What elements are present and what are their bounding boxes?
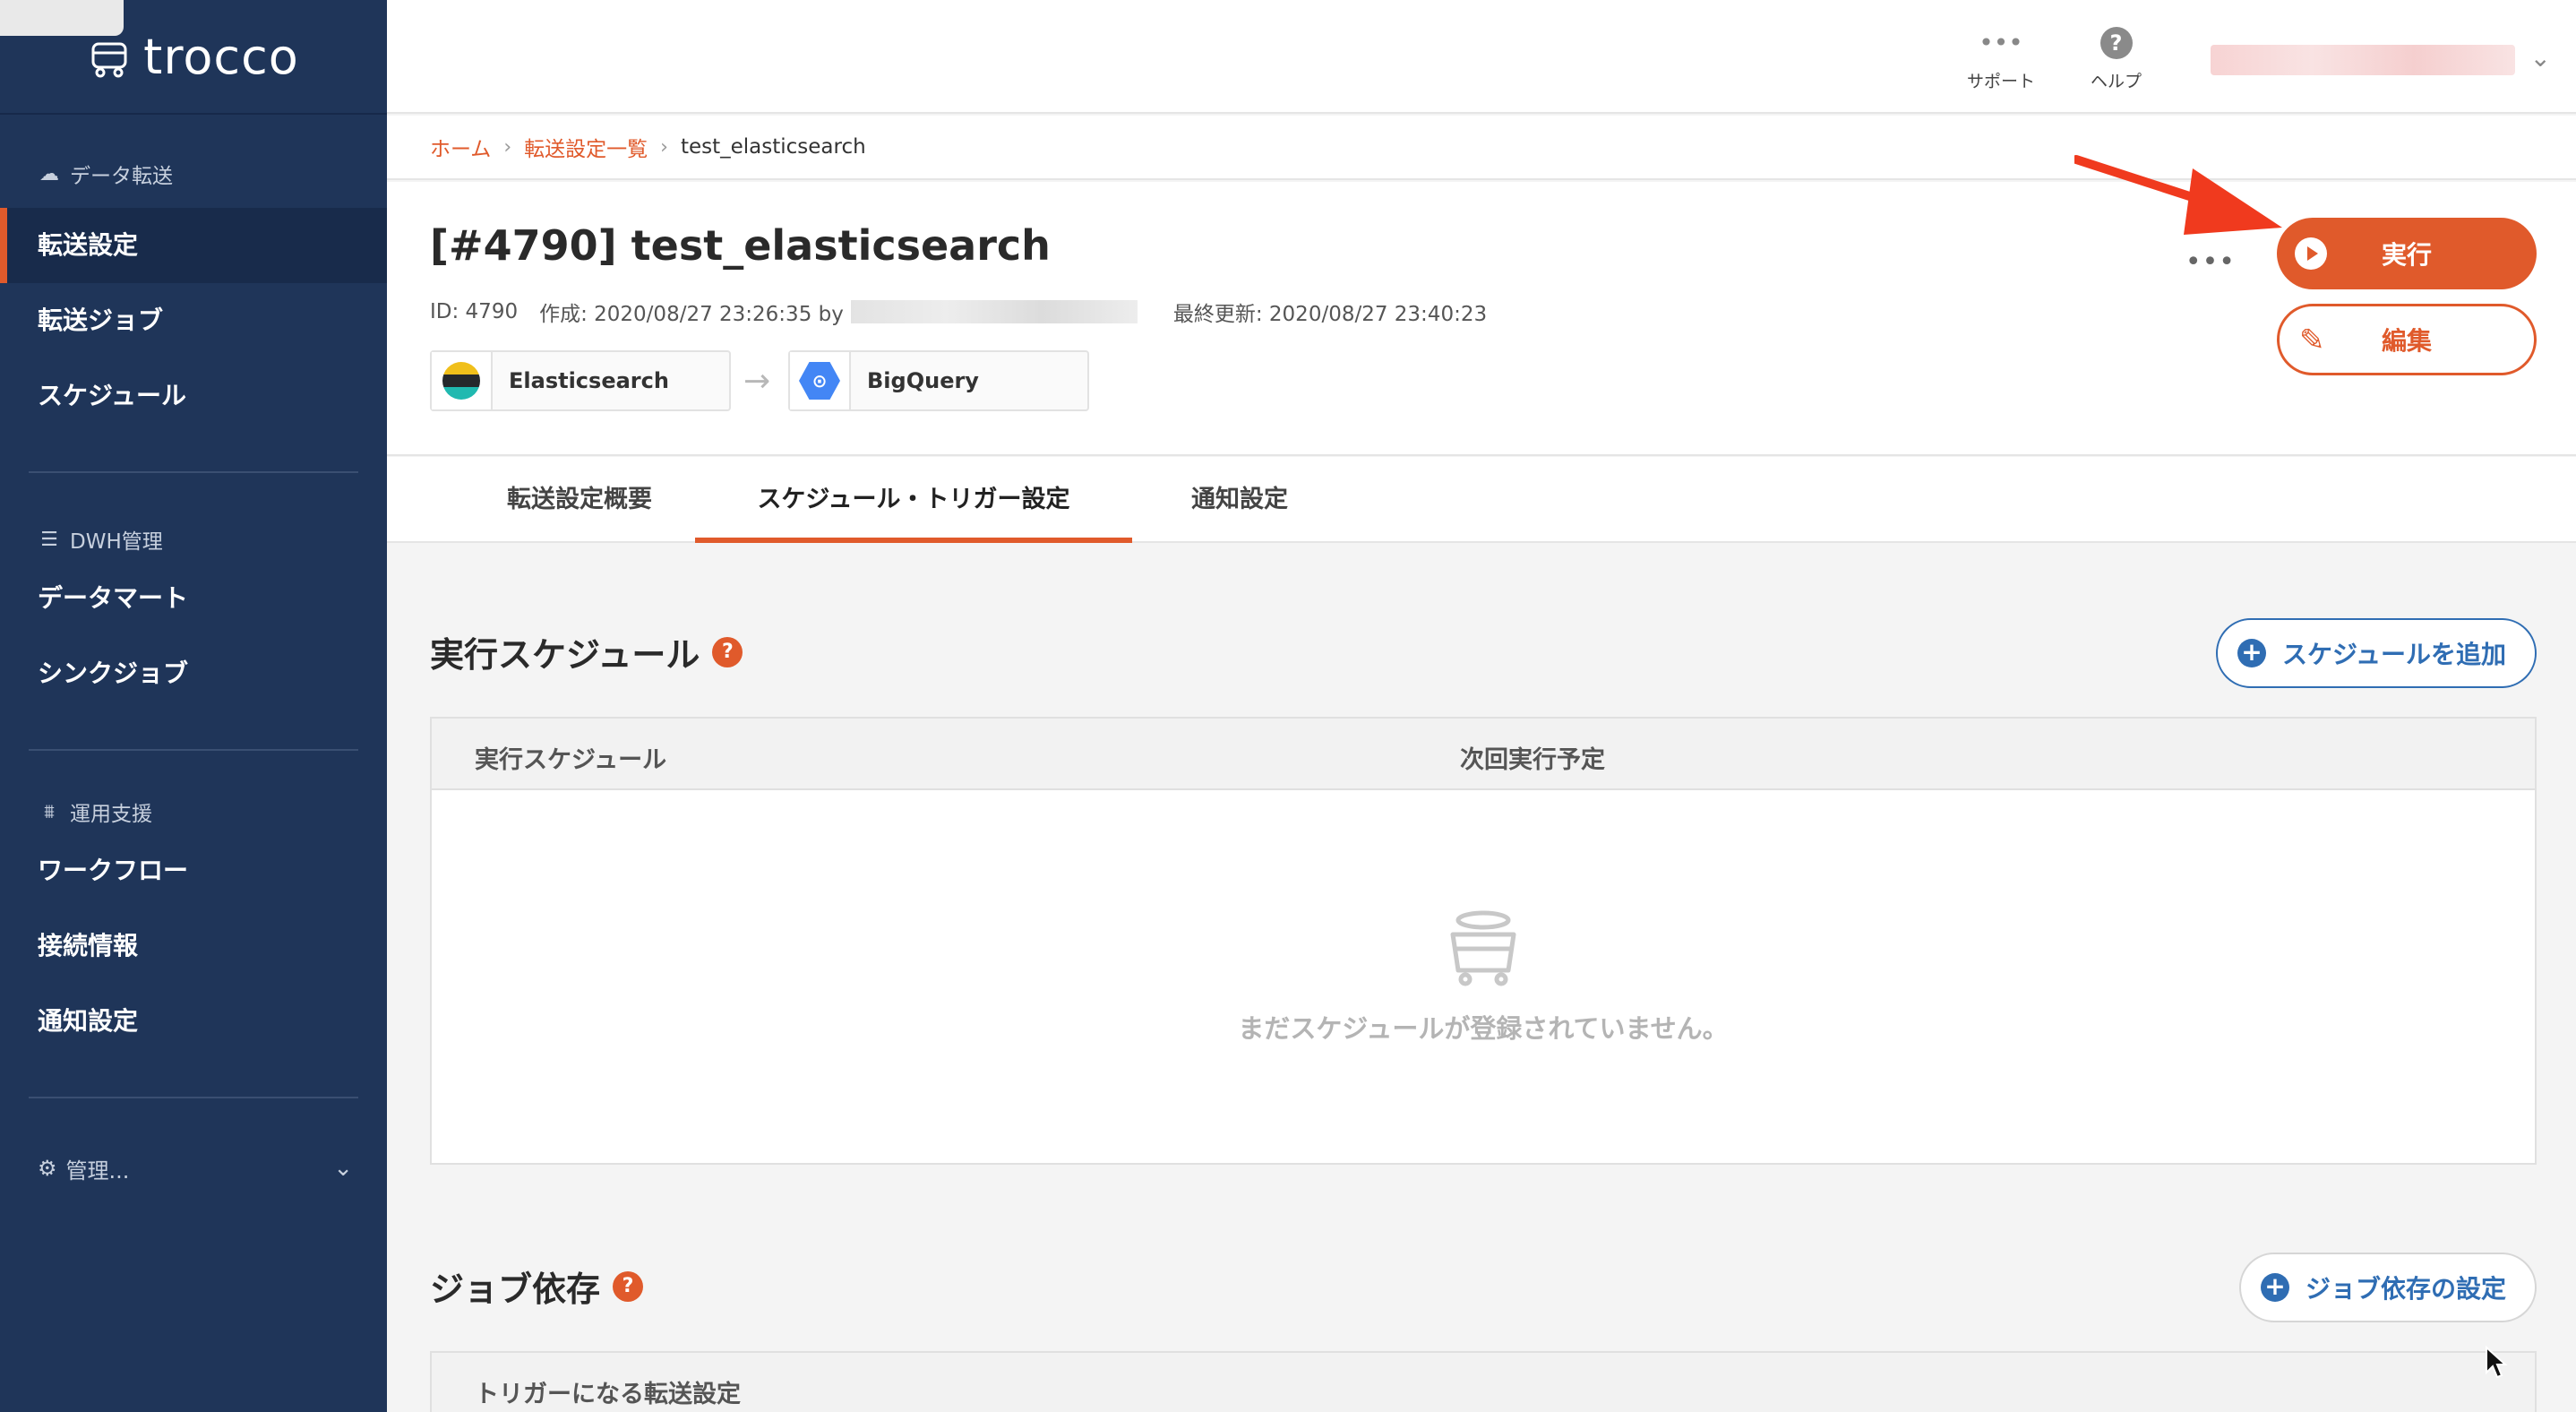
sidebar-item-schedule[interactable]: スケジュール: [0, 358, 387, 434]
sidebar-item-transfer-settings[interactable]: 転送設定: [0, 208, 387, 283]
schedule-section-title: 実行スケジュール ?: [430, 627, 743, 676]
bigquery-icon: ⊙: [799, 362, 840, 400]
breadcrumb-home[interactable]: ホーム: [430, 132, 491, 162]
sliders-icon: ⩩: [44, 800, 55, 823]
arrow-right-icon: →: [743, 363, 771, 400]
column-header: 実行スケジュール: [475, 746, 667, 774]
add-schedule-button[interactable]: + スケジュールを追加: [2215, 618, 2537, 688]
empty-state-text: まだスケジュールが登録されていません。: [1238, 1013, 1729, 1044]
dependency-section-title: ジョブ依存 ?: [430, 1261, 644, 1311]
blurred-badge: [0, 0, 124, 36]
chevron-right-icon: ›: [660, 135, 668, 159]
help-icon[interactable]: ?: [613, 1270, 644, 1302]
destination-connector: ⊙ BigQuery: [788, 350, 1089, 411]
run-button[interactable]: 実行: [2277, 218, 2537, 289]
breadcrumb-transfer-list[interactable]: 転送設定一覧: [524, 132, 648, 162]
list-icon: ☰: [40, 528, 58, 551]
logo-text: trocco: [143, 28, 299, 85]
help-icon: ?: [2099, 27, 2133, 59]
elasticsearch-icon: [442, 362, 480, 400]
destination-logo-box: ⊙: [790, 352, 851, 409]
blurred-user: [850, 300, 1138, 323]
sidebar-item-connections[interactable]: 接続情報: [0, 908, 387, 984]
job-dependency-label: ジョブ依存の設定: [2305, 1274, 2506, 1304]
chevron-down-icon[interactable]: ⌄: [2530, 43, 2551, 73]
sidebar: trocco ☁ データ転送 転送設定 転送ジョブ スケジュール ☰ DWH管理…: [0, 0, 387, 1412]
dependency-title-text: ジョブ依存: [430, 1270, 601, 1309]
section-heading-label: データ転送: [70, 165, 173, 188]
trolley-icon: [1450, 910, 1516, 986]
admin-label: 管理...: [65, 1158, 130, 1184]
source-connector: Elasticsearch: [430, 350, 731, 411]
sidebar-item-notifications[interactable]: 通知設定: [0, 984, 387, 1059]
edit-label: 編集: [2381, 326, 2432, 356]
help-icon[interactable]: ?: [712, 636, 743, 667]
id-text: ID: 4790: [430, 300, 519, 323]
section-heading-data-transfer: ☁ データ転送: [0, 156, 387, 192]
sidebar-admin-toggle[interactable]: ⚙ 管理... ⌄: [0, 1141, 387, 1195]
updated-text: 最終更新: 2020/08/27 23:40:23: [1172, 303, 1488, 326]
dependency-table: トリガーになる転送設定: [430, 1351, 2537, 1412]
play-icon: [2295, 237, 2327, 270]
trolley-logo-icon: [91, 42, 127, 78]
sidebar-item-workflow[interactable]: ワークフロー: [0, 833, 387, 908]
empty-state: まだスケジュールが登録されていません。: [432, 790, 2535, 1163]
created-info: 作成: 2020/08/27 23:26:35 by: [539, 297, 1138, 327]
tab-bar: 転送設定概要 スケジュール・トリガー設定 通知設定: [387, 457, 2576, 543]
source-logo-box: [432, 352, 493, 409]
created-text: 作成: 2020/08/27 23:26:35 by: [539, 303, 844, 326]
topbar: ••• サポート ? ヘルプ ⌄: [387, 0, 2576, 114]
support-label: サポート: [1967, 72, 2036, 91]
section-heading-ops: ⩩ 運用支援: [0, 794, 387, 830]
plus-icon: +: [2237, 639, 2266, 667]
section-heading-label: 運用支援: [70, 803, 152, 826]
mouse-cursor-icon: [2486, 1346, 2508, 1379]
tab-schedule-trigger[interactable]: スケジュール・トリガー設定: [695, 457, 1132, 543]
chevron-down-icon: ⌄: [333, 1155, 353, 1182]
cloud-icon: ☁: [39, 162, 59, 185]
meta-info: ID: 4790 作成: 2020/08/27 23:26:35 by 最終更新…: [430, 297, 1487, 327]
add-schedule-label: スケジュールを追加: [2281, 640, 2506, 669]
job-dependency-button[interactable]: + ジョブ依存の設定: [2238, 1253, 2537, 1322]
schedule-table-header: 実行スケジュール 次回実行予定: [432, 719, 2535, 790]
gear-icon: ⚙: [38, 1156, 57, 1181]
more-dots-icon: •••: [1979, 28, 2023, 57]
chevron-right-icon: ›: [503, 135, 512, 159]
support-button[interactable]: ••• サポート: [1967, 27, 2035, 92]
tab-notifications[interactable]: 通知設定: [1132, 457, 1347, 543]
sidebar-item-transfer-jobs[interactable]: 転送ジョブ: [0, 283, 387, 358]
schedule-table: 実行スケジュール 次回実行予定 まだスケジュールが登録されていません。: [430, 717, 2537, 1165]
section-heading-dwh: ☰ DWH管理: [0, 521, 387, 557]
annotation-arrow: [2074, 155, 2282, 235]
plus-icon: +: [2260, 1273, 2289, 1302]
schedule-title-text: 実行スケジュール: [430, 635, 700, 675]
more-options-button[interactable]: •••: [2185, 246, 2236, 278]
destination-name: BigQuery: [867, 368, 979, 393]
edit-button[interactable]: ✎ 編集: [2277, 304, 2537, 375]
help-button[interactable]: ? ヘルプ: [2091, 27, 2142, 92]
run-label: 実行: [2381, 240, 2432, 270]
help-label: ヘルプ: [2091, 72, 2142, 91]
page-title: [#4790] test_elasticsearch: [430, 221, 1051, 270]
column-header: トリガーになる転送設定: [475, 1381, 741, 1408]
sidebar-item-datamart[interactable]: データマート: [0, 561, 387, 636]
source-name: Elasticsearch: [509, 368, 669, 393]
dependency-table-header: トリガーになる転送設定: [432, 1353, 2535, 1412]
pencil-icon: ✎: [2299, 323, 2325, 358]
column-header: 次回実行予定: [1460, 746, 1605, 774]
sidebar-item-sync-job[interactable]: シンクジョブ: [0, 636, 387, 711]
breadcrumb-current: test_elasticsearch: [680, 135, 866, 159]
user-menu[interactable]: [2211, 45, 2515, 75]
tab-overview[interactable]: 転送設定概要: [441, 457, 718, 543]
section-heading-label: DWH管理: [70, 530, 163, 554]
